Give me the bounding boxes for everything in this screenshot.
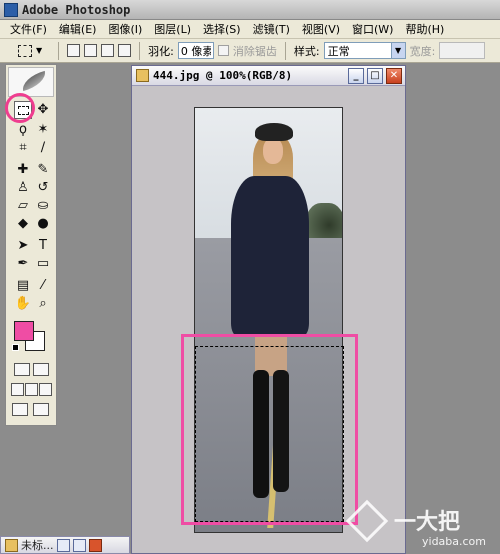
style-select-value: 正常 [327, 44, 350, 58]
width-input[interactable] [439, 42, 486, 59]
standard-mode-button[interactable] [14, 363, 30, 376]
minimize-button[interactable]: _ [348, 68, 364, 84]
feather-label: 羽化: [148, 44, 174, 58]
intersect-selection-button[interactable] [118, 44, 132, 57]
minimized-title: 未标... [21, 539, 54, 552]
clone-stamp-icon[interactable]: ♙ [14, 179, 32, 197]
menu-filter[interactable]: 滤镜(T) [247, 21, 296, 37]
width-label: 宽度: [409, 44, 436, 58]
app-titlebar: Adobe Photoshop [0, 0, 500, 20]
crop-icon[interactable]: ⌗ [14, 139, 32, 157]
slice-icon[interactable]: ∕ [34, 139, 52, 157]
watermark-url: yidaba.com [422, 535, 487, 548]
menu-layer[interactable]: 图层(L) [148, 21, 197, 37]
lasso-icon[interactable]: ϙ [14, 121, 32, 139]
history-brush-icon[interactable]: ↺ [34, 179, 52, 197]
selection-highlight-box [181, 334, 358, 525]
tool-preset-marquee-icon[interactable] [18, 44, 32, 57]
document-title: 444.jpg @ 100%(RGB/8) [153, 69, 293, 82]
path-select-icon[interactable]: ➤ [14, 237, 32, 255]
brush-icon[interactable]: ✎ [34, 161, 52, 179]
photo-face [263, 138, 283, 164]
antialias-checkbox[interactable] [217, 45, 229, 56]
minimized-document[interactable]: 未标... [0, 536, 130, 554]
foreground-color-swatch[interactable] [14, 321, 34, 341]
image-file-icon [136, 69, 149, 82]
tool-highlight-circle [5, 93, 35, 123]
image-file-icon [5, 538, 18, 552]
antialias-label: 消除锯齿 [232, 44, 277, 58]
menu-file[interactable]: 文件(F) [4, 21, 53, 37]
jump-to-imageready-button[interactable] [12, 403, 28, 416]
dodge-icon[interactable]: ● [34, 215, 52, 233]
default-colors-icon[interactable] [12, 344, 19, 351]
photo-hat [255, 123, 293, 141]
menu-view[interactable]: 视图(V) [296, 21, 346, 37]
menu-bar: 文件(F) 编辑(E) 图像(I) 图层(L) 选择(S) 滤镜(T) 视图(V… [0, 20, 500, 39]
blur-icon[interactable]: ◆ [14, 215, 32, 233]
new-selection-button[interactable] [67, 44, 81, 57]
menu-image[interactable]: 图像(I) [102, 21, 148, 37]
feather-logo-icon [19, 70, 49, 92]
pen-icon[interactable]: ✒ [14, 255, 32, 273]
options-bar: ▼ 羽化: 消除锯齿 样式: 正常 ▼ 宽度: [0, 39, 500, 63]
menu-select[interactable]: 选择(S) [197, 21, 247, 37]
jump-to-imageready-alt-icon[interactable] [33, 403, 49, 416]
eraser-icon[interactable]: ▱ [14, 197, 32, 215]
tool-preset-dropdown-icon[interactable]: ▼ [36, 46, 42, 55]
screen-mode-full-button[interactable] [39, 383, 52, 396]
toolbox-header[interactable] [8, 67, 54, 97]
photo-sweater [231, 176, 309, 336]
watermark-brand: 一大把 [394, 509, 461, 535]
maximize-button[interactable] [72, 538, 86, 552]
close-button[interactable] [88, 538, 102, 552]
quickmask-mode-button[interactable] [33, 363, 49, 376]
add-selection-button[interactable] [84, 44, 98, 57]
chevron-down-icon[interactable]: ▼ [390, 43, 405, 58]
menu-edit[interactable]: 编辑(E) [53, 21, 103, 37]
healing-brush-icon[interactable]: ✚ [14, 161, 32, 179]
zoom-icon[interactable]: ⌕ [34, 295, 52, 313]
close-button[interactable]: ✕ [386, 68, 402, 84]
options-separator [284, 41, 286, 60]
document-window: 444.jpg @ 100%(RGB/8) _ □ ✕ [131, 65, 406, 554]
options-separator [139, 41, 141, 60]
subtract-selection-button[interactable] [101, 44, 115, 57]
hand-icon[interactable]: ✋ [14, 295, 32, 313]
document-titlebar[interactable]: 444.jpg @ 100%(RGB/8) [132, 66, 405, 86]
eyedropper-icon[interactable]: ⁄ [34, 277, 52, 295]
move-icon[interactable]: ✥ [34, 101, 52, 119]
options-separator [58, 41, 60, 60]
menu-window[interactable]: 窗口(W) [346, 21, 399, 37]
watermark-logo-icon [345, 499, 389, 543]
style-select[interactable]: 正常 ▼ [323, 42, 406, 59]
screen-mode-standard-button[interactable] [11, 383, 24, 396]
screen-mode-menubar-button[interactable] [25, 383, 38, 396]
feather-input[interactable] [177, 42, 214, 59]
menu-help[interactable]: 帮助(H) [399, 21, 450, 37]
shape-icon[interactable]: ▭ [34, 255, 52, 273]
style-label: 样式: [293, 44, 320, 58]
photoshop-logo-icon [4, 2, 18, 17]
maximize-button[interactable]: □ [367, 68, 383, 84]
app-title: Adobe Photoshop [22, 2, 131, 17]
restore-button[interactable] [56, 538, 70, 552]
magic-wand-icon[interactable]: ✶ [34, 121, 52, 139]
type-icon[interactable]: T [34, 237, 52, 255]
paint-bucket-icon[interactable]: ⛀ [34, 197, 52, 215]
watermark: 一大把 yidaba.com [345, 499, 500, 554]
notes-icon[interactable]: ▤ [14, 277, 32, 295]
